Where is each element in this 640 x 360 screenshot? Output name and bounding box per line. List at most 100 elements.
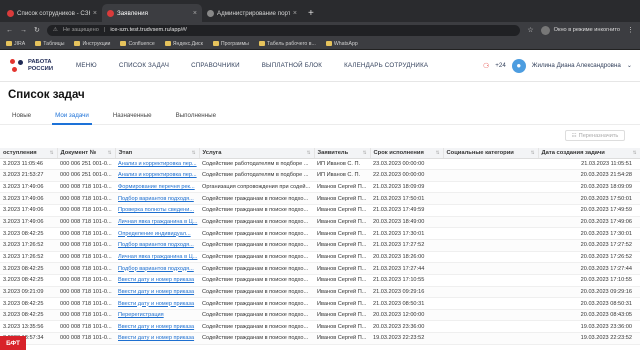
bookmark-item[interactable]: Таблицы [35, 41, 64, 47]
table-cell [443, 158, 538, 171]
tab-4[interactable]: Выполненные [176, 107, 216, 125]
close-tab-icon[interactable]: × [93, 10, 97, 17]
table-row[interactable]: 3.2023 17:49:06 000 008 718 101-0... Форми… [0, 181, 640, 194]
column-header[interactable]: Этап ⇅ [115, 148, 200, 159]
table-row[interactable]: 3.2023 08:42:25 000 008 718 101-0... Ввест… [0, 274, 640, 287]
back-icon[interactable]: ← [6, 27, 13, 34]
column-header[interactable]: Документ № ⇅ [57, 148, 116, 159]
browser-address-bar: ← → ↻ ⚠ Не защищено | ice-szn.test.trudv… [0, 22, 640, 38]
nav-item[interactable]: ВЫПЛАТНОЙ БЛОК [262, 62, 322, 69]
bookmark-item[interactable]: JIRA [6, 41, 25, 47]
notification-icon[interactable]: ⚆ [483, 62, 489, 70]
reload-icon[interactable]: ↻ [34, 26, 40, 34]
table-row[interactable]: 3.2023 17:49:06 000 008 718 101-0... Подбо… [0, 192, 640, 206]
column-header[interactable]: Заявитель ⇅ [314, 148, 371, 159]
table-cell: 20.03.2023 17:10:55 [538, 274, 640, 287]
sort-icon[interactable]: ⇅ [307, 150, 311, 156]
table-row[interactable]: 3.2023 17:49:06 000 008 718 101-0... Лична… [0, 216, 640, 229]
star-icon[interactable]: ☆ [527, 26, 533, 34]
bookmark-item[interactable]: Яндекс.Диск [164, 41, 203, 47]
table-row[interactable]: 3.2023 08:42:25 000 008 718 101-0... Опред… [0, 227, 640, 240]
stage-link[interactable]: Ввести дату и номер приказа [115, 286, 199, 299]
close-tab-icon[interactable]: × [293, 10, 297, 17]
bookmark-label: Табель рабочего в... [266, 40, 316, 47]
stage-link[interactable]: Ввести дату и номер приказа [115, 274, 199, 287]
browser-tab[interactable]: Список сотрудников - СЗН × [2, 4, 102, 22]
column-header[interactable]: Социальные категории ⇅ [443, 148, 539, 159]
sort-icon[interactable]: ⇅ [108, 150, 112, 156]
table-row[interactable]: 3.2023 13:57:34000 008 718 101-0...Ввест… [0, 332, 640, 345]
stage-link[interactable]: Личная явка гражданина в Ц... [115, 216, 199, 229]
stage-link[interactable]: Личная явка гражданина в Ц... [115, 251, 199, 264]
nav-item[interactable]: СПИСОК ЗАДАЧ [119, 62, 169, 69]
table-cell: 22.03.2023 00:00:00 [370, 169, 443, 182]
page-title: Список задач [8, 89, 85, 101]
stage-link[interactable]: Определение индивидуал... [115, 227, 199, 240]
table-row[interactable]: 3.2023 08:42:25 000 008 718 101-0... Перер… [0, 309, 640, 322]
stage-link[interactable]: Проверка полноты сведени... [115, 204, 199, 217]
sort-icon[interactable]: ⇅ [531, 150, 535, 156]
table-row[interactable]: 3.2023 09:21:09 000 008 718 101-0... Ввест… [0, 286, 640, 299]
new-tab-icon[interactable]: + [308, 4, 314, 22]
tab-1[interactable]: Новые [12, 107, 31, 125]
reassign-button[interactable]: ☷ Переназначить [565, 130, 625, 141]
table-row[interactable]: 3.2023 11:05:46 000 006 251 001-0... Анали… [0, 158, 640, 171]
browser-tab[interactable]: Администрирование портала Р× [202, 4, 302, 22]
table-row[interactable]: 3.2023 13:35:56 000 008 718 101-0... Ввест… [0, 320, 640, 334]
table-row[interactable]: 3.2023 17:26:52 000 008 718 101-0... Лична… [0, 251, 640, 264]
table-row[interactable]: 3.2023 17:49:06 000 008 718 101-0... Прове… [0, 204, 640, 217]
column-header[interactable]: Услуга ⇅ [199, 148, 315, 159]
close-tab-icon[interactable]: × [193, 10, 197, 17]
notification-count[interactable]: +24 [495, 62, 506, 69]
forward-icon[interactable]: → [20, 27, 27, 34]
stage-link[interactable]: Перерегистрация [115, 309, 199, 322]
stage-link[interactable]: Подбор вариантов подходя... [115, 239, 199, 252]
chevron-down-icon[interactable]: ⌄ [627, 62, 632, 69]
table-row[interactable]: 3.2023 08:42:25 000 008 718 101-0... Ввест… [0, 297, 640, 310]
bookmarks-bar: JIRA Таблицы Инструкции Confluence Яндекс.Ди… [0, 38, 640, 50]
bookmark-item[interactable]: WhatsApp [325, 41, 358, 47]
sort-icon[interactable]: ⇅ [192, 150, 196, 156]
stage-link[interactable]: Анализ и корректировка пер... [115, 169, 199, 182]
stage-link[interactable]: Ввести дату и номер приказа [115, 332, 199, 345]
browser-tab[interactable]: Заявления × [102, 4, 202, 22]
sort-icon[interactable]: ⇅ [633, 150, 637, 156]
bookmark-item[interactable]: Табель рабочего в... [258, 40, 316, 47]
stage-link[interactable]: Формирование перечня рек... [115, 181, 199, 194]
tab-3[interactable]: Назначенные [113, 107, 152, 125]
stage-link[interactable]: Подбор вариантов подходя... [115, 192, 199, 206]
user-avatar[interactable]: ● [511, 58, 526, 73]
url-field[interactable]: ⚠ Не защищено | ice-szn.test.trudvsem.ru… [46, 24, 521, 36]
bookmark-item[interactable]: Программы [212, 41, 249, 47]
stage-link[interactable]: Подбор вариантов подходя... [115, 262, 199, 275]
incognito-indicator[interactable]: Окно в режиме инкогнито [540, 25, 620, 35]
table-cell: 3.2023 17:49:06 [0, 204, 57, 217]
nav-item[interactable]: КАЛЕНДАРЬ СОТРУДНИКА [344, 62, 428, 69]
stage-link[interactable]: Ввести дату и номер приказа [115, 320, 199, 334]
table-cell: 000 008 718 101-0... [57, 227, 115, 240]
column-header-label: Услуга [202, 149, 222, 156]
browser-menu-icon[interactable]: ⋮ [627, 26, 634, 34]
table-row[interactable]: 3.2023 08:42:25 000 008 718 101-0... Подбо… [0, 262, 640, 275]
stage-link[interactable]: Анализ и корректировка пер... [115, 158, 199, 171]
stage-link[interactable]: Ввести дату и номер приказа [115, 297, 199, 310]
user-name[interactable]: Жилина Диана Александровна [532, 62, 621, 69]
bookmark-item[interactable]: Инструкции [74, 41, 110, 47]
table-cell: 20.03.2023 08:50:31 [538, 297, 640, 310]
column-header[interactable]: Срок исполнения ⇅ [370, 148, 444, 159]
nav-item[interactable]: МЕНЮ [76, 62, 97, 69]
tab-2[interactable]: Мои задачи [52, 107, 92, 125]
nav-item[interactable]: СПРАВОЧНИКИ [191, 62, 240, 69]
table-toolbar: ☷ Переназначить [0, 125, 640, 148]
column-header[interactable]: Дата создания задачи ⇅ [538, 148, 640, 159]
logo[interactable]: РАБОТА РОССИИ [10, 58, 72, 73]
sort-icon[interactable]: ⇅ [436, 150, 440, 156]
column-header[interactable]: оступления ⇅ [0, 148, 58, 159]
table-cell: Иванов Сергей П... [314, 204, 370, 217]
table-cell: 21.03.2023 17:50:01 [370, 192, 443, 206]
table-row[interactable]: 3.2023 21:53:27 000 006 251 001-0... Анали… [0, 169, 640, 182]
bookmark-item[interactable]: Confluence [120, 41, 155, 47]
table-row[interactable]: 3.2023 17:26:52 000 008 718 101-0... Подбо… [0, 239, 640, 252]
sort-icon[interactable]: ⇅ [50, 150, 54, 156]
sort-icon[interactable]: ⇅ [363, 150, 367, 156]
